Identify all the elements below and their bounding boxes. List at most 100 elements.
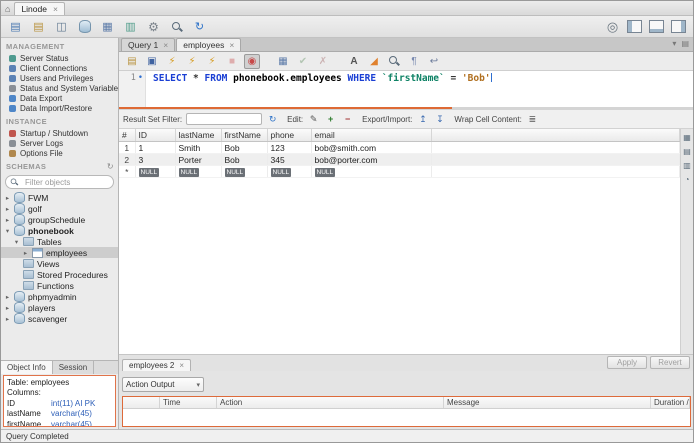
grid-cell[interactable]: Porter xyxy=(175,153,222,166)
column-header-phone[interactable]: phone xyxy=(267,129,312,142)
tree-arrow-icon[interactable]: ▸ xyxy=(22,249,29,257)
stop-on-error-icon[interactable]: ◉ xyxy=(244,53,260,69)
row-number-cell[interactable]: 2 xyxy=(119,153,136,166)
grid-cell[interactable]: NULL xyxy=(267,165,312,178)
column-header-row-number[interactable]: # xyxy=(119,129,136,142)
sidebar-item-server-status[interactable]: Server Status xyxy=(1,53,118,63)
tab-menu-icon[interactable]: ▤ xyxy=(681,39,689,48)
limit-rows-icon[interactable]: ▦ xyxy=(275,54,291,69)
output-column-duration-fetch[interactable]: Duration / Fetch xyxy=(651,397,690,408)
wrap-text-icon[interactable]: ↩ xyxy=(426,54,442,69)
tree-arrow-icon[interactable]: ▸ xyxy=(4,205,11,213)
editor-result-splitter[interactable] xyxy=(119,107,693,110)
result-set-tab-close-icon[interactable]: × xyxy=(179,361,184,370)
tab-object-info[interactable]: Object Info xyxy=(1,361,53,374)
grid-cell[interactable]: 3 xyxy=(135,153,176,166)
sidebar-item-server-logs[interactable]: Server Logs xyxy=(1,138,118,148)
open-sql-script-icon[interactable]: ▤ xyxy=(31,20,46,34)
grid-cell[interactable]: NULL xyxy=(135,165,176,178)
row-number-cell[interactable]: * xyxy=(119,165,136,178)
import-records-icon[interactable]: ↧ xyxy=(433,113,446,125)
toggle-sidebar-icon[interactable] xyxy=(627,20,642,33)
output-column-time[interactable]: Time xyxy=(160,397,217,408)
settings-wheel-icon[interactable]: ◎ xyxy=(605,19,620,34)
tree-item-stored-procedures[interactable]: Stored Procedures xyxy=(1,269,118,280)
connection-tab-close-icon[interactable]: × xyxy=(53,4,58,14)
table-row[interactable]: 2 3 Porter Bob 345 bob@porter.com xyxy=(119,153,680,166)
tab-close-icon[interactable]: × xyxy=(163,40,168,50)
wrap-cell-content-icon[interactable]: ≣ xyxy=(526,113,539,125)
grid-cell[interactable]: Bob xyxy=(221,153,268,166)
edit-record-icon[interactable]: ✎ xyxy=(307,113,320,125)
tree-item-views[interactable]: Views xyxy=(1,258,118,269)
toggle-output-area-icon[interactable] xyxy=(649,20,664,33)
create-view-icon[interactable]: ▥ xyxy=(123,20,138,34)
column-header-lastname[interactable]: lastName xyxy=(175,129,222,142)
tree-item-groupschedule[interactable]: ▸ groupSchedule xyxy=(1,214,118,225)
tree-arrow-icon[interactable]: ▸ xyxy=(4,194,11,202)
grid-cell[interactable]: 1 xyxy=(135,141,176,154)
output-column-action[interactable]: Action xyxy=(217,397,444,408)
tree-arrow-icon[interactable]: ▾ xyxy=(4,227,11,235)
grid-cell[interactable]: 123 xyxy=(267,141,312,154)
tree-arrow-icon[interactable]: ▸ xyxy=(4,304,11,312)
result-grid-icon[interactable]: ▦ xyxy=(682,132,692,142)
explain-icon[interactable]: ⚡ xyxy=(204,54,220,69)
grid-cell[interactable]: 345 xyxy=(267,153,312,166)
apply-button[interactable]: Apply xyxy=(607,356,647,369)
tree-item-golf[interactable]: ▸ golf xyxy=(1,203,118,214)
rollback-icon[interactable]: ✗ xyxy=(315,54,331,69)
tree-item-tables[interactable]: ▾ Tables xyxy=(1,236,118,247)
save-script-icon[interactable]: ▣ xyxy=(144,54,160,69)
tree-arrow-icon[interactable]: ▸ xyxy=(4,293,11,301)
stop-icon[interactable]: ■ xyxy=(224,54,240,69)
result-filter-input[interactable] xyxy=(186,113,263,125)
tree-arrow-icon[interactable]: ▸ xyxy=(4,216,11,224)
search-data-icon[interactable] xyxy=(169,20,184,34)
create-procedure-icon[interactable]: ⚙ xyxy=(146,20,161,34)
column-header-id[interactable]: ID xyxy=(135,129,176,142)
beautify-icon[interactable]: ◢ xyxy=(366,54,382,69)
grid-cell[interactable]: NULL xyxy=(221,165,268,178)
tree-item-phpmyadmin[interactable]: ▸ phpmyadmin xyxy=(1,291,118,302)
invisible-chars-icon[interactable]: ¶ xyxy=(406,54,422,69)
export-recordset-icon[interactable]: ↥ xyxy=(416,113,429,125)
create-schema-icon[interactable] xyxy=(77,20,92,34)
table-row[interactable]: * NULL NULL NULL NULL NULL xyxy=(119,165,680,178)
column-header-firstname[interactable]: firstName xyxy=(221,129,268,142)
find-icon[interactable] xyxy=(386,54,402,69)
table-row[interactable]: 1 1 Smith Bob 123 bob@smith.com xyxy=(119,141,680,154)
sql-line[interactable]: SELECT * FROM phonebook.employees WHERE … xyxy=(146,71,492,107)
output-column-message[interactable]: Message xyxy=(444,397,651,408)
tab-list-icon[interactable]: ▾ xyxy=(672,39,676,48)
grid-cell[interactable]: Smith xyxy=(175,141,222,154)
tree-item-scavenger[interactable]: ▸ scavenger xyxy=(1,313,118,324)
schema-filter-input[interactable] xyxy=(23,176,105,188)
query-stats-icon[interactable]: ◔ xyxy=(682,174,692,184)
form-editor-icon[interactable]: ▤ xyxy=(682,146,692,156)
sidebar-item-client-connections[interactable]: Client Connections xyxy=(1,63,118,73)
sidebar-item-options-file[interactable]: Options File xyxy=(1,148,118,158)
tree-item-employees[interactable]: ▸ employees xyxy=(1,247,118,258)
add-row-icon[interactable]: + xyxy=(324,113,337,125)
revert-button[interactable]: Revert xyxy=(650,356,690,369)
schema-filter[interactable] xyxy=(5,175,114,189)
column-header-email[interactable]: email xyxy=(311,129,432,142)
sql-editor[interactable]: 1 • SELECT * FROM phonebook.employees WH… xyxy=(119,71,693,107)
grid-cell[interactable]: NULL xyxy=(311,165,432,178)
grid-cell[interactable]: NULL xyxy=(175,165,222,178)
sidebar-item-users-and-privileges[interactable]: Users and Privileges xyxy=(1,73,118,83)
grid-cell[interactable]: Bob xyxy=(221,141,268,154)
tree-item-phonebook[interactable]: ▾ phonebook xyxy=(1,225,118,236)
refresh-schemas-icon[interactable]: ↻ xyxy=(107,162,114,171)
tab-close-icon[interactable]: × xyxy=(229,40,234,50)
tab-employees[interactable]: employees × xyxy=(176,38,242,51)
delete-row-icon[interactable]: − xyxy=(341,113,354,125)
toggle-secondary-sidebar-icon[interactable] xyxy=(671,20,686,33)
refresh-results-icon[interactable]: ↻ xyxy=(266,113,279,125)
tree-item-functions[interactable]: Functions xyxy=(1,280,118,291)
tree-item-players[interactable]: ▸ players xyxy=(1,302,118,313)
inspector-icon[interactable]: ◫ xyxy=(54,20,69,34)
open-script-icon[interactable]: ▤ xyxy=(124,54,140,69)
execute-icon[interactable]: ⚡ xyxy=(164,54,180,69)
